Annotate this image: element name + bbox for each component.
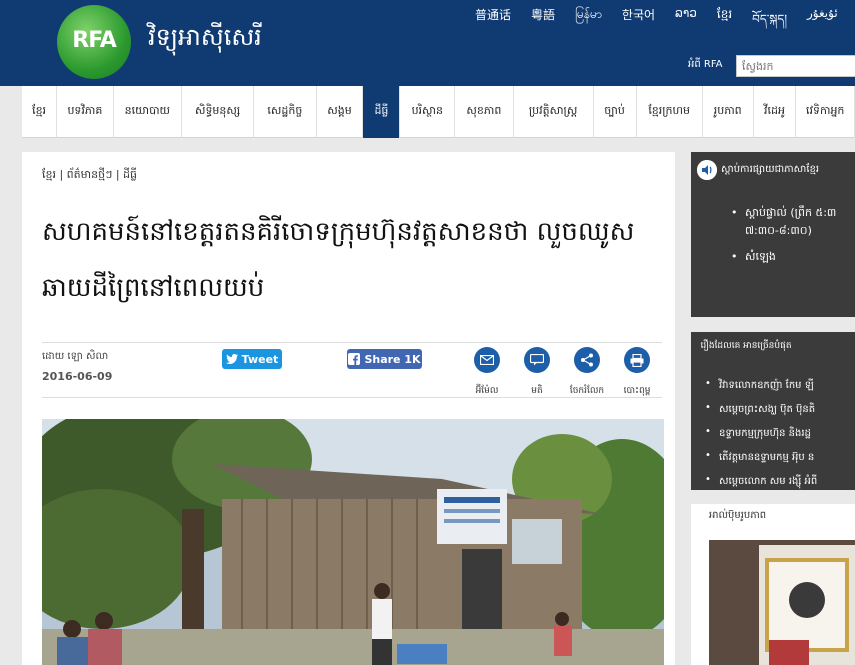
album-photo-illustration (709, 540, 855, 665)
search-input[interactable] (736, 55, 855, 77)
language-link[interactable]: မြန်မာ (565, 6, 612, 26)
tools-divider (42, 397, 662, 398)
article-main: ខ្មែរ | ព័ត៌មានថ្មីៗ | ដីធ្លី សហគមន៍នៅខេ… (22, 152, 675, 665)
village-scene-illustration (42, 419, 664, 665)
logo-area[interactable]: RFA វិទ្យុអាស៊ីសេរី (40, 0, 300, 86)
print-tool[interactable]: បោះពុម្ព (617, 347, 657, 396)
nav-item[interactable]: នយោបាយ (114, 86, 182, 138)
email-tool[interactable]: អ៊ីម៉ែល (467, 347, 507, 396)
rfa-logo-text: RFA (72, 28, 116, 53)
language-link[interactable]: 粵語 (521, 6, 565, 26)
nav-item[interactable]: សុខភាព (455, 86, 514, 138)
breadcrumb[interactable]: ខ្មែរ | ព័ត៌មានថ្មីៗ | ដីធ្លី (42, 168, 137, 184)
about-rfa-link[interactable]: អំពី RFA (688, 57, 723, 72)
nav-item[interactable]: សេដ្ឋកិច្ច (254, 86, 317, 138)
twitter-icon (225, 354, 238, 364)
listen-audio-link[interactable]: សំឡេង (731, 248, 836, 266)
album-photo[interactable] (709, 540, 855, 665)
nav-item[interactable]: បទវិភាគ (57, 86, 114, 138)
site-header: RFA វិទ្យុអាស៊ីសេរី 普通话 粵語 မြန်မာ 한국어 ລາວ ខ្ម… (0, 0, 855, 86)
language-link[interactable]: ខ្មែរ (707, 6, 742, 26)
nav-item[interactable]: ខ្មែរក្រហម (637, 86, 703, 138)
share-label: Share 1K (364, 352, 421, 366)
language-link[interactable]: 한국어 (612, 6, 665, 26)
nav-item[interactable]: វីដេអូ (754, 86, 797, 138)
share-tool[interactable]: ចែករំលែក (567, 347, 607, 396)
nav-item[interactable]: បរិស្ថាន (400, 86, 456, 138)
nav-item[interactable]: ប្រវត្តិសាស្ត្រ (514, 86, 594, 138)
tweet-label: Tweet (241, 352, 279, 366)
speaker-icon[interactable] (697, 160, 717, 180)
nav-item[interactable]: ច្បាប់ (594, 86, 637, 138)
nav-item[interactable]: សង្គម (317, 86, 364, 138)
nav-item[interactable]: វេទិកាអ្នក (796, 86, 855, 138)
language-link[interactable]: ລາວ (665, 6, 707, 26)
popular-list: វិវាទលោកឧកញ៉ា កែម ឡីសម្ដេចព្រះសង្ឃ ប៊ុត … (705, 378, 817, 498)
popular-item[interactable]: ឧទ្ទាមកម្មក្រុមហ៊ុន និងរដ្ឋ (705, 426, 817, 450)
comment-tool[interactable]: មតិ (517, 347, 557, 396)
article-photo (42, 419, 664, 665)
site-name[interactable]: វិទ្យុអាស៊ីសេរី (148, 22, 262, 57)
language-bar: 普通话 粵語 မြန်မာ 한국어 ລາວ ខ្មែរ བོད་སྐད། ئۇيغۇر (465, 6, 848, 26)
tweet-button[interactable]: Tweet (222, 349, 282, 369)
article-author: ដោយ ឡោ សិលា (42, 351, 109, 362)
comment-icon (524, 347, 550, 373)
listen-title: ស្ដាប់ការផ្សាយជាភាសាខ្មែរ (721, 164, 820, 175)
email-icon (474, 347, 500, 373)
main-nav: ខ្មែរ បទវិភាគ នយោបាយ សិទ្ធិមនុស្ស សេដ្ឋកិច្ច… (22, 86, 855, 138)
article-headline: សហគមន៍នៅខេត្តរតនគិរីចោទក្រុមហ៊ុនវត្តសាខន… (42, 217, 635, 303)
facebook-share-button[interactable]: Share 1K (347, 349, 422, 369)
listen-live-link[interactable]: ស្ដាប់ផ្ទាល់ (ព្រឹក ៥:៣៧:៣០-៨:៣០) (731, 204, 836, 240)
nav-item[interactable]: ដីធ្លី (363, 86, 401, 138)
popular-box: រឿងដែលគេ អានច្រើនបំផុត វិវាទលោកឧកញ៉ា កែម… (691, 332, 855, 490)
facebook-icon (348, 353, 361, 365)
nav-item[interactable]: សិទ្ធិមនុស្ស (182, 86, 255, 138)
listen-list: ស្ដាប់ផ្ទាល់ (ព្រឹក ៥:៣៧:៣០-៨:៣០) សំឡេង (731, 204, 836, 274)
print-icon (624, 347, 650, 373)
popular-title: រឿងដែលគេ អានច្រើនបំផុត (700, 341, 792, 351)
share-icon (574, 347, 600, 373)
language-link[interactable]: 普通话 (465, 6, 521, 26)
album-label[interactable]: អាល់ប៊ុមរូបភាព (709, 508, 766, 523)
listen-box: ស្ដាប់ការផ្សាយជាភាសាខ្មែរ ស្ដាប់ផ្ទាល់ (… (691, 152, 855, 317)
language-link[interactable]: བོད་སྐད། (742, 6, 797, 26)
popular-item[interactable]: វិវាទលោកឧកញ៉ា កែម ឡី (705, 378, 817, 402)
language-link[interactable]: ئۇيغۇر (797, 6, 848, 26)
byline-divider (42, 342, 662, 343)
nav-item[interactable]: ខ្មែរ (22, 86, 58, 138)
article-date: 2016-06-09 (42, 370, 113, 383)
nav-item[interactable]: រូបភាព (703, 86, 754, 138)
popular-item[interactable]: សម្ដេចលោក សម រង្ស៊ី អំពី (705, 474, 817, 498)
popular-item[interactable]: សម្ដេចព្រះសង្ឃ ប៊ុត ប៊ុនតិ (705, 402, 817, 426)
album-box: អាល់ប៊ុមរូបភាព (691, 504, 855, 665)
popular-item[interactable]: តើវត្តមានឧទ្ទាមកម្ម អ៊ុប ន (705, 450, 817, 474)
